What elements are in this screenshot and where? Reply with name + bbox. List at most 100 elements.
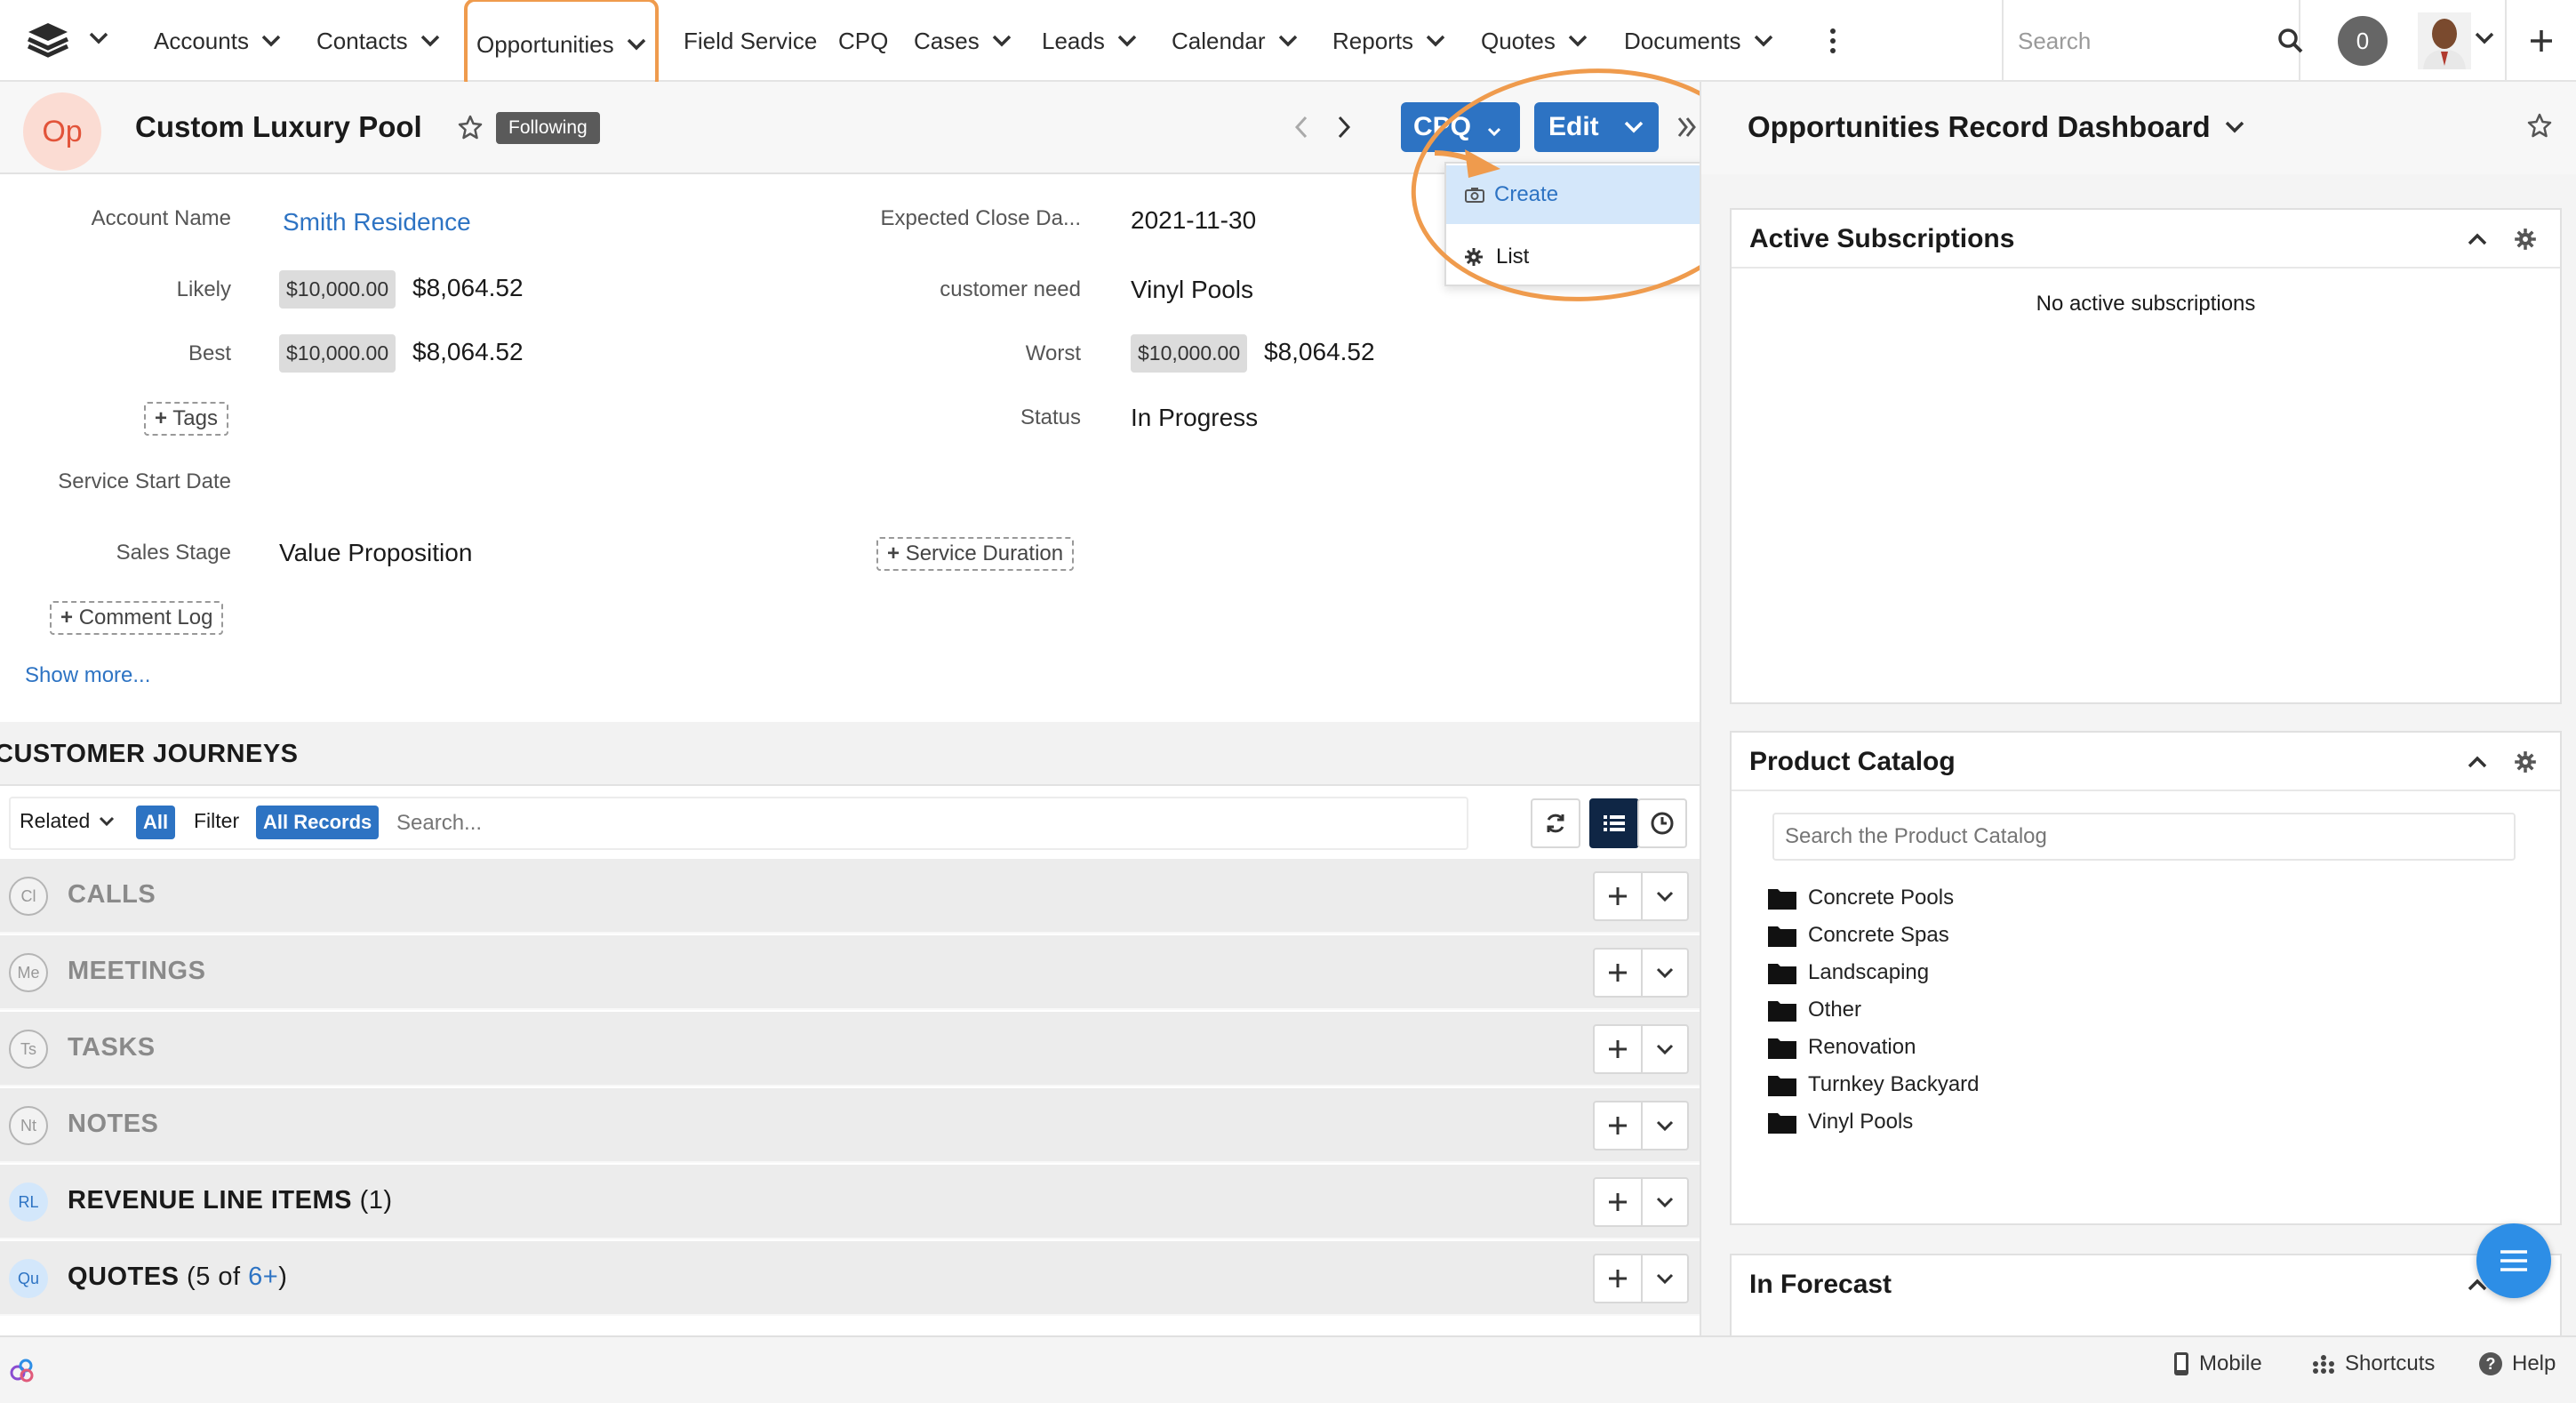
chevron-down-icon[interactable]: [420, 35, 440, 47]
chevron-down-icon[interactable]: [1117, 35, 1137, 47]
nav-contacts[interactable]: Contacts: [316, 0, 440, 82]
chevron-down-icon[interactable]: [627, 38, 646, 51]
field-value-worst-converted[interactable]: $8,064.52: [1264, 338, 1375, 366]
field-label-best: Best: [188, 341, 231, 365]
field-value-likely-converted[interactable]: $8,064.52: [412, 274, 524, 302]
field-value-customer-need[interactable]: Vinyl Pools: [1131, 276, 1253, 304]
nav-opportunities[interactable]: Opportunities: [464, 0, 659, 91]
chevron-down-icon[interactable]: [1641, 1177, 1689, 1227]
dashboard-title[interactable]: Opportunities Record Dashboard: [1748, 110, 2244, 144]
plus-icon: +: [155, 406, 168, 430]
nav-field-service[interactable]: Field Service: [684, 0, 817, 82]
nav-cpq[interactable]: CPQ: [838, 0, 888, 82]
footer-help-label: Help: [2512, 1351, 2556, 1375]
catalog-folder-item[interactable]: Landscaping: [1767, 960, 1929, 985]
dashboard-favorite-star-icon[interactable]: [2526, 112, 2553, 139]
chevron-down-icon[interactable]: [1754, 35, 1773, 47]
add-service-duration-button[interactable]: + Service Duration: [876, 537, 1075, 571]
field-value-expected-close[interactable]: 2021-11-30: [1131, 206, 1256, 235]
subpanel-count-more-link[interactable]: 6+: [248, 1263, 278, 1291]
chevron-down-icon[interactable]: [1426, 35, 1445, 47]
product-catalog-search-input[interactable]: [1772, 813, 2516, 861]
dashlet-settings-gear-icon[interactable]: [2514, 228, 2537, 251]
catalog-folder-item[interactable]: Turnkey Backyard: [1767, 1072, 1980, 1097]
list-view-icon[interactable]: [1589, 798, 1639, 848]
chevron-down-icon[interactable]: [1278, 35, 1298, 47]
dashlet-title: Product Catalog: [1749, 747, 1956, 776]
previous-record-chevron-left-icon[interactable]: [1294, 116, 1308, 139]
floating-menu-hamburger-icon[interactable]: [2476, 1223, 2551, 1298]
field-value-status[interactable]: In Progress: [1131, 404, 1258, 432]
nav-cases[interactable]: Cases: [914, 0, 1012, 82]
field-value-sales-stage[interactable]: Value Proposition: [279, 539, 472, 567]
add-plus-icon[interactable]: [1593, 871, 1643, 921]
footer-mobile-button[interactable]: Mobile: [2172, 1351, 2262, 1376]
subpanel-row-tasks[interactable]: Ts TASKS: [0, 1012, 1700, 1086]
subpanel-search-input[interactable]: [396, 806, 1445, 841]
global-search-input[interactable]: [2018, 27, 2249, 55]
more-menu-kebab-icon[interactable]: [1824, 27, 1842, 55]
catalog-folder-item[interactable]: Concrete Spas: [1767, 923, 1949, 948]
chevron-down-icon[interactable]: [1641, 871, 1689, 921]
catalog-folder-item[interactable]: Other: [1767, 998, 1861, 1022]
add-plus-icon[interactable]: [1593, 1024, 1643, 1074]
plus-icon: +: [887, 541, 900, 565]
add-plus-icon[interactable]: [1593, 1177, 1643, 1227]
following-badge[interactable]: Following: [496, 112, 600, 144]
subpanel-row-revenue-line-items[interactable]: RL REVENUE LINE ITEMS (1): [0, 1165, 1700, 1239]
chevron-down-icon[interactable]: [1641, 1254, 1689, 1303]
field-value-account-name-link[interactable]: Smith Residence: [283, 208, 471, 237]
collapse-chevron-up-icon[interactable]: [2468, 233, 2487, 245]
global-search: [2002, 0, 2303, 82]
nav-calendar[interactable]: Calendar: [1172, 0, 1298, 82]
show-more-link[interactable]: Show more...: [25, 663, 150, 688]
add-plus-icon[interactable]: [1593, 1101, 1643, 1150]
add-tags-button[interactable]: + Tags: [144, 402, 228, 436]
add-comment-log-label: Comment Log: [78, 605, 213, 629]
chevron-down-icon[interactable]: [1641, 948, 1689, 998]
chevron-down-icon[interactable]: [1641, 1024, 1689, 1074]
subpanel-row-calls[interactable]: Cl CALLS: [0, 859, 1700, 934]
next-record-chevron-right-icon[interactable]: [1337, 116, 1351, 139]
subpanel-row-meetings[interactable]: Me MEETINGS: [0, 935, 1700, 1010]
chevron-down-icon[interactable]: [1641, 1101, 1689, 1150]
field-label-account-name: Account Name: [91, 206, 231, 230]
customer-journeys-title: CUSTOMER JOURNEYS: [0, 740, 299, 768]
add-comment-log-button[interactable]: + Comment Log: [50, 601, 224, 635]
catalog-folder-item[interactable]: Concrete Pools: [1767, 886, 1954, 910]
catalog-folder-item[interactable]: Vinyl Pools: [1767, 1110, 1913, 1134]
chevron-down-icon[interactable]: [261, 35, 281, 47]
notification-count-badge[interactable]: 0: [2338, 16, 2388, 66]
all-records-filter-pill[interactable]: All Records: [256, 806, 380, 839]
search-icon[interactable]: [2277, 28, 2304, 54]
app-logo-icon[interactable]: [25, 20, 71, 60]
catalog-folder-label: Concrete Pools: [1808, 886, 1955, 910]
add-service-duration-label: Service Duration: [905, 541, 1064, 565]
quick-create-plus-icon[interactable]: [2505, 0, 2576, 82]
revenue-line-items-module-icon: RL: [9, 1183, 48, 1222]
nav-label: Calendar: [1172, 27, 1266, 54]
favorite-star-icon[interactable]: [457, 114, 484, 140]
app-menu-chevron-down-icon[interactable]: [89, 32, 108, 44]
dashlet-settings-gear-icon[interactable]: [2514, 750, 2537, 774]
nav-accounts[interactable]: Accounts: [154, 0, 281, 82]
related-module-select[interactable]: Related: [20, 809, 115, 833]
nav-leads[interactable]: Leads: [1042, 0, 1137, 82]
related-all-pill[interactable]: All: [136, 806, 176, 839]
collapse-chevron-up-icon[interactable]: [2468, 756, 2487, 768]
user-avatar[interactable]: [2418, 12, 2471, 69]
add-plus-icon[interactable]: [1593, 948, 1643, 998]
subpanel-row-quotes[interactable]: Qu QUOTES (5 of 6+): [0, 1241, 1700, 1316]
footer-help-button[interactable]: ? Help: [2478, 1351, 2556, 1376]
field-value-best-converted[interactable]: $8,064.52: [412, 338, 524, 366]
catalog-folder-item[interactable]: Renovation: [1767, 1035, 1916, 1060]
chevron-down-icon[interactable]: [992, 35, 1012, 47]
timeline-clock-icon[interactable]: [1637, 798, 1687, 848]
add-plus-icon[interactable]: [1593, 1254, 1643, 1303]
subpanel-row-notes[interactable]: Nt NOTES: [0, 1088, 1700, 1163]
footer-shortcuts-button[interactable]: Shortcuts: [2311, 1351, 2435, 1376]
user-menu-chevron-down-icon[interactable]: [2475, 32, 2494, 44]
refresh-icon[interactable]: [1531, 798, 1580, 848]
sugar-cube-logo-icon[interactable]: [9, 1357, 36, 1383]
chevron-down-icon[interactable]: [1568, 35, 1588, 47]
